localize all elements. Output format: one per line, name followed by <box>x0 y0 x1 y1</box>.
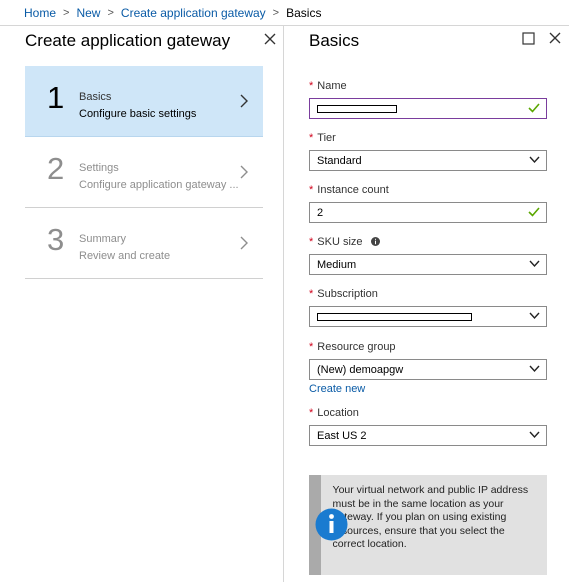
chevron-right-icon <box>240 165 248 179</box>
step-title: Summary <box>79 233 127 245</box>
subscription-field: * Subscription <box>309 288 547 327</box>
instance-count-label: * Instance count <box>309 184 389 196</box>
breadcrumb-separator-icon: > <box>107 6 114 19</box>
step-summary[interactable]: 3 Summary Review and create <box>25 208 263 279</box>
subscription-label: * Subscription <box>309 288 378 300</box>
step-settings[interactable]: 2 Settings Configure application gateway… <box>25 137 263 208</box>
maximize-icon[interactable] <box>522 32 535 45</box>
location-dropdown[interactable]: East US 2 <box>309 425 547 446</box>
breadcrumb: Home > New > Create application gateway … <box>0 0 569 26</box>
chevron-down-icon <box>529 156 540 164</box>
sku-size-dropdown[interactable]: Medium <box>309 254 547 275</box>
breadcrumb-current: Basics <box>286 5 322 20</box>
tier-field: * Tier Standard <box>309 132 547 171</box>
sku-size-field: * SKU size Medium <box>309 236 547 275</box>
sku-size-value: Medium <box>317 258 357 271</box>
step-number: 2 <box>47 151 65 186</box>
redacted-value <box>317 104 397 113</box>
basics-blade: Basics * Name * Tier Standard * Instance co… <box>285 26 569 582</box>
chevron-down-icon <box>529 312 540 320</box>
instance-count-value: 2 <box>317 206 324 219</box>
info-message-box: Your virtual network and public IP addre… <box>309 475 547 575</box>
create-gateway-blade: Create application gateway 1 Basics Conf… <box>0 26 284 582</box>
location-field: * Location East US 2 <box>309 407 547 446</box>
resource-group-dropdown[interactable]: (New) demoapgw <box>309 359 547 380</box>
subscription-dropdown[interactable] <box>309 306 547 327</box>
breadcrumb-home-link[interactable]: Home <box>24 6 56 20</box>
chevron-down-icon <box>529 431 540 439</box>
close-icon[interactable] <box>547 30 563 46</box>
step-subtitle: Configure application gateway ... <box>79 179 239 191</box>
instance-count-input[interactable]: 2 <box>309 202 547 223</box>
step-title: Basics <box>79 91 112 103</box>
breadcrumb-create-gateway-link[interactable]: Create application gateway <box>121 6 266 20</box>
name-field: * Name <box>309 80 547 119</box>
chevron-right-icon <box>240 236 248 250</box>
step-number: 1 <box>47 80 65 115</box>
checkmark-icon <box>528 207 540 217</box>
chevron-right-icon <box>240 94 248 108</box>
resource-group-field: * Resource group (New) demoapgw Create ne… <box>309 341 547 395</box>
info-icon-column <box>309 475 348 575</box>
info-message-text: Your virtual network and public IP addre… <box>332 484 529 550</box>
wizard-steps: 1 Basics Configure basic settings 2 Sett… <box>25 66 263 279</box>
step-subtitle: Configure basic settings <box>79 108 197 120</box>
chevron-down-icon <box>529 260 540 268</box>
info-icon[interactable] <box>370 237 380 246</box>
instance-count-field: * Instance count 2 <box>309 184 547 223</box>
redacted-value <box>317 312 472 321</box>
breadcrumb-separator-icon: > <box>272 6 280 19</box>
chevron-down-icon <box>529 365 540 373</box>
info-icon <box>315 508 348 541</box>
sku-size-label: * SKU size <box>309 236 547 251</box>
resource-group-value: (New) demoapgw <box>317 363 404 376</box>
breadcrumb-new-link[interactable]: New <box>76 6 100 20</box>
create-new-link[interactable]: Create new <box>309 383 547 395</box>
tier-dropdown[interactable]: Standard <box>309 150 547 171</box>
tier-label: * Tier <box>309 132 336 144</box>
location-value: East US 2 <box>317 429 367 442</box>
close-icon[interactable] <box>261 30 279 48</box>
step-subtitle: Review and create <box>79 250 171 262</box>
step-title: Settings <box>79 162 119 174</box>
blade-title: Basics <box>309 31 360 50</box>
name-label: * Name <box>309 80 347 92</box>
name-input[interactable] <box>309 98 547 119</box>
step-basics[interactable]: 1 Basics Configure basic settings <box>25 66 263 137</box>
blade-title: Create application gateway <box>25 31 231 50</box>
step-number: 3 <box>47 222 65 257</box>
resource-group-label: * Resource group <box>309 341 396 353</box>
location-label: * Location <box>309 407 359 419</box>
checkmark-icon <box>528 103 540 113</box>
tier-value: Standard <box>317 154 362 167</box>
breadcrumb-separator-icon: > <box>63 6 70 19</box>
